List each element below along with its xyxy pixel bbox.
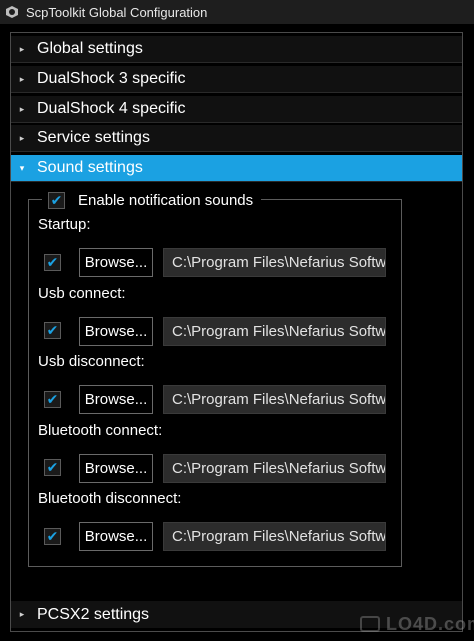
usb-connect-browse-button[interactable]: Browse... bbox=[79, 317, 153, 346]
section-service-settings[interactable]: ▸ Service settings bbox=[11, 125, 462, 152]
bluetooth-disconnect-checkbox[interactable]: ✔ bbox=[44, 528, 61, 545]
usb-connect-checkbox[interactable]: ✔ bbox=[44, 322, 61, 339]
bluetooth-connect-checkbox[interactable]: ✔ bbox=[44, 459, 61, 476]
section-sound-settings[interactable]: ▾ Sound settings bbox=[11, 155, 462, 182]
section-label: DualShock 3 specific bbox=[37, 70, 186, 87]
expand-arrow-icon: ▸ bbox=[19, 73, 25, 84]
startup-browse-button[interactable]: Browse... bbox=[79, 248, 153, 277]
section-global-settings[interactable]: ▸ Global settings bbox=[11, 36, 462, 63]
bluetooth-connect-path-field[interactable]: C:\Program Files\Nefarius Software Solut… bbox=[163, 454, 386, 483]
usb-disconnect-checkbox[interactable]: ✔ bbox=[44, 391, 61, 408]
section-label: Sound settings bbox=[37, 159, 143, 176]
bluetooth-connect-label: Bluetooth connect: bbox=[38, 422, 163, 439]
usb-disconnect-browse-button[interactable]: Browse... bbox=[79, 385, 153, 414]
bluetooth-disconnect-browse-button[interactable]: Browse... bbox=[79, 522, 153, 551]
enable-sounds-checkbox[interactable]: ✔ bbox=[48, 191, 65, 209]
usb-disconnect-path-field[interactable]: C:\Program Files\Nefarius Software Solut… bbox=[163, 385, 386, 414]
usb-connect-path-field[interactable]: C:\Program Files\Nefarius Software Solut… bbox=[163, 317, 386, 346]
watermark-text: LO4D.com bbox=[386, 613, 474, 634]
monitor-icon bbox=[360, 616, 380, 632]
section-dualshock3[interactable]: ▸ DualShock 3 specific bbox=[11, 66, 462, 93]
enable-sounds-option[interactable]: ✔ Enable notification sounds bbox=[42, 189, 262, 211]
usb-connect-label: Usb connect: bbox=[38, 285, 126, 302]
bluetooth-disconnect-path-field[interactable]: C:\Program Files\Nefarius Software Solut… bbox=[163, 522, 386, 551]
expand-arrow-icon: ▸ bbox=[19, 103, 25, 114]
expand-arrow-icon: ▸ bbox=[19, 609, 25, 619]
title-bar: ScpToolkit Global Configuration bbox=[0, 0, 474, 24]
enable-sounds-label: Enable notification sounds bbox=[78, 191, 254, 209]
section-label: PCSX2 settings bbox=[37, 605, 150, 623]
startup-path-field[interactable]: C:\Program Files\Nefarius Software Solut… bbox=[163, 248, 386, 277]
app-icon bbox=[6, 6, 18, 18]
bluetooth-connect-browse-button[interactable]: Browse... bbox=[79, 454, 153, 483]
section-label: DualShock 4 specific bbox=[37, 100, 186, 117]
usb-disconnect-label: Usb disconnect: bbox=[38, 353, 145, 370]
watermark: LO4D.com bbox=[360, 612, 474, 636]
startup-label: Startup: bbox=[38, 216, 91, 233]
section-label: Global settings bbox=[37, 40, 143, 57]
expand-arrow-icon: ▸ bbox=[19, 132, 25, 143]
bluetooth-disconnect-label: Bluetooth disconnect: bbox=[38, 490, 182, 507]
window-title: ScpToolkit Global Configuration bbox=[26, 4, 208, 20]
section-dualshock4[interactable]: ▸ DualShock 4 specific bbox=[11, 96, 462, 123]
expand-arrow-icon: ▸ bbox=[19, 43, 25, 54]
startup-checkbox[interactable]: ✔ bbox=[44, 254, 61, 271]
collapse-arrow-icon: ▾ bbox=[19, 162, 25, 173]
section-label: Service settings bbox=[37, 129, 150, 146]
